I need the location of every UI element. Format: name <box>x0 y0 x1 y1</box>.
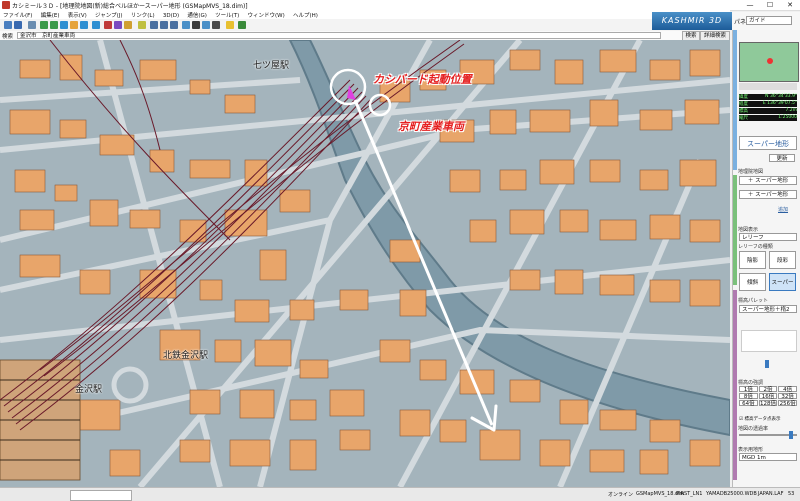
more-link[interactable]: 追加 <box>778 206 788 213</box>
opacity-label: 地図の透過率 <box>738 426 769 432</box>
direction-slider[interactable] <box>765 360 769 368</box>
help-icon[interactable] <box>226 21 234 29</box>
mode-slope-button[interactable]: 傾斜 <box>739 273 766 291</box>
save-icon[interactable] <box>182 21 190 29</box>
layer-type-title: レリーフの種類 <box>738 244 773 250</box>
lon-label: 経度 <box>739 102 748 107</box>
folder-icon[interactable] <box>70 21 78 29</box>
supermap-button[interactable]: スーパー地形 <box>739 136 797 150</box>
chart-icon[interactable] <box>202 21 210 29</box>
arrow-icon[interactable] <box>14 21 22 29</box>
zoom-icon[interactable] <box>4 21 12 29</box>
callout-company: 京町産業車両 <box>398 120 464 133</box>
refresh-icon[interactable] <box>80 21 88 29</box>
layers-icon[interactable] <box>170 21 178 29</box>
palette-title: 標高パレット <box>738 298 769 304</box>
scale-64x[interactable]: 64倍 <box>739 400 758 407</box>
scale-4x[interactable]: 4倍 <box>778 386 797 393</box>
globe-icon[interactable] <box>60 21 68 29</box>
alt-label: 標高 <box>739 109 748 114</box>
mode-shade-button[interactable]: 陰影 <box>739 251 766 269</box>
map-change-title: 地理院地図 <box>738 169 764 175</box>
print-icon[interactable] <box>192 21 200 29</box>
scale-8x[interactable]: 8倍 <box>739 393 758 400</box>
scale-grid: 1倍 2倍 4倍 8倍 16倍 32倍 64倍 128倍 256倍 <box>739 386 797 407</box>
lat-label: 緯度 <box>739 95 748 100</box>
label-kitatetsu-station: 北鉄金沢駅 <box>163 351 209 361</box>
update-button[interactable]: 更新 <box>769 154 795 162</box>
window-controls: — ☐ ✕ <box>740 0 800 10</box>
status-mesh: PIRST_LN1 <box>676 491 703 497</box>
scale-label: 縮尺 <box>739 116 748 121</box>
search-input[interactable]: 金沢市 京町産業車両 <box>17 32 661 39</box>
add-supermap-button-2[interactable]: ＋ スーパー地形 <box>739 190 797 199</box>
nav-icon[interactable] <box>28 21 36 29</box>
section-strip-guide <box>733 30 737 170</box>
scale-16x[interactable]: 16倍 <box>758 393 778 400</box>
gps-icon[interactable] <box>238 21 246 29</box>
pencil-icon[interactable] <box>124 21 132 29</box>
panel-header: パネル ガイド <box>732 12 800 31</box>
kashmir-brand-logo: KASHMIR 3D <box>652 12 732 30</box>
mode-color-button[interactable]: 段彩 <box>769 251 796 269</box>
minimap-controls[interactable] <box>739 83 797 90</box>
scale-32x[interactable]: 32倍 <box>778 393 797 400</box>
tree2-icon[interactable] <box>160 21 168 29</box>
scale-value: 1:25000 <box>778 115 797 120</box>
section-strip-map <box>733 175 737 285</box>
route-icon[interactable] <box>114 21 122 29</box>
status-bar: オンライン GSMapMVS_18.dim PIRST_LN1 YAMADB25… <box>0 487 800 501</box>
scale-256x[interactable]: 256倍 <box>778 400 797 407</box>
menu-bar: ファイル(F) 編集(E) 表示(V) ジャンプ(J) リンク(L) 3D(D)… <box>0 10 730 19</box>
up-icon[interactable] <box>92 21 100 29</box>
overview-minimap[interactable] <box>739 42 799 82</box>
map-canvas <box>0 40 730 487</box>
direction-radio-group[interactable] <box>741 330 797 352</box>
lon-value: E 136°39'07.5" <box>762 101 797 106</box>
coordinates-panel: 緯度 N 36°34'33.9" 経度 E 136°39'07.5" 標高 7.2m … <box>739 94 797 121</box>
scale-2x[interactable]: 2倍 <box>758 386 778 393</box>
taskbar-mini-window[interactable] <box>70 490 132 501</box>
status-dir: JAPAN.LAF <box>758 491 784 497</box>
layer-select[interactable]: レリーフ <box>739 233 797 241</box>
search-label: 検索 <box>2 34 14 40</box>
section-strip-terrain <box>733 290 737 480</box>
elevation-points-checkbox[interactable]: ☑ 標高データ点表示 <box>739 416 797 422</box>
close-button[interactable]: ✕ <box>780 0 800 10</box>
marker-icon[interactable] <box>104 21 112 29</box>
map-view[interactable]: 七ツ屋駅 北鉄金沢駅 金沢駅 カシバード起動位置 京町産業車両 <box>0 40 730 487</box>
scale-1x[interactable]: 1倍 <box>739 386 758 393</box>
scale-128x[interactable]: 128倍 <box>758 400 778 407</box>
palette-select[interactable]: スーパー地形＋楕2 <box>739 305 797 313</box>
maximize-button[interactable]: ☐ <box>760 0 780 10</box>
checkbox-label: 標高データ点表示 <box>744 417 781 422</box>
status-code: YAMADB25000.WDB <box>706 491 757 497</box>
status-num: 53 <box>788 491 795 497</box>
lat-value: N 36°34'33.9" <box>765 94 797 99</box>
opacity-slider-thumb[interactable] <box>789 431 793 439</box>
status-online: オンライン <box>608 492 634 498</box>
phone-icon[interactable] <box>212 21 220 29</box>
label-kanazawa-station: 金沢駅 <box>75 385 103 395</box>
layer-title: 地図表示 <box>738 227 759 233</box>
scale-title: 標高の強調 <box>738 380 764 386</box>
location-marker-icon <box>767 58 773 64</box>
ruler-icon[interactable] <box>138 21 146 29</box>
window-title: カシミール３Ｄ - [地理院地図(新)総合ベルほかースーパー地形 (GSMapM… <box>12 3 248 10</box>
callout-start-position: カシバード起動位置 <box>373 73 472 86</box>
display-select[interactable]: MGD 1m <box>739 453 797 461</box>
mode-super-button[interactable]: スーパー <box>769 273 796 291</box>
back-icon[interactable] <box>40 21 48 29</box>
panel-select[interactable]: ガイド <box>746 16 792 25</box>
alt-value: 7.2m <box>785 108 797 113</box>
label-nanatsuya-station: 七ツ屋駅 <box>253 61 290 71</box>
display-title: 表示用地形 <box>738 447 764 453</box>
app-icon <box>2 1 10 9</box>
minimize-button[interactable]: — <box>740 0 760 10</box>
tree-icon[interactable] <box>150 21 158 29</box>
forward-icon[interactable] <box>50 21 58 29</box>
add-supermap-button-1[interactable]: ＋ スーパー地形 <box>739 176 797 185</box>
side-panel: 緯度 N 36°34'33.9" 経度 E 136°39'07.5" 標高 7.2m … <box>732 30 800 487</box>
